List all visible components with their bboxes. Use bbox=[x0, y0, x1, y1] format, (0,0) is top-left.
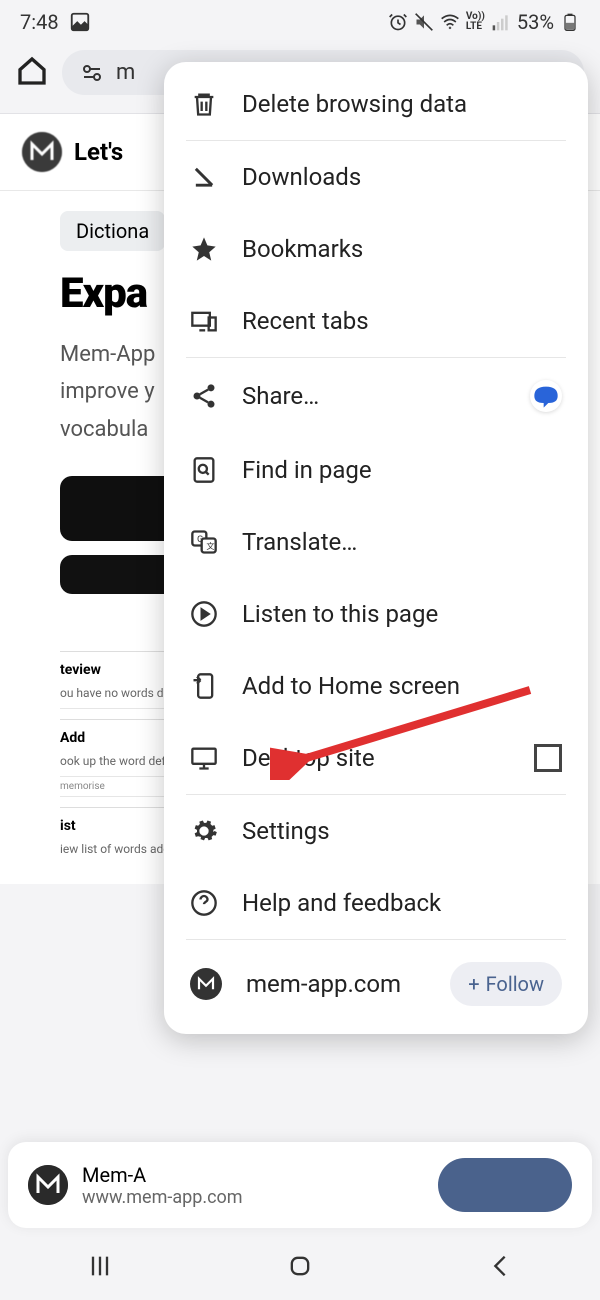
signal-icon bbox=[491, 12, 511, 32]
menu-label: Delete browsing data bbox=[242, 90, 467, 118]
category-pill[interactable]: Dictiona bbox=[60, 211, 165, 251]
menu-label: Find in page bbox=[242, 456, 372, 484]
menu-label: Add to Home screen bbox=[242, 672, 460, 700]
menu-label: Help and feedback bbox=[242, 889, 441, 917]
status-bar: 7:48 Vo))LTE 53% bbox=[0, 0, 600, 44]
menu-label: Settings bbox=[242, 817, 330, 845]
quick-share-icon[interactable] bbox=[530, 380, 562, 412]
overflow-menu: Delete browsing data Downloads Bookmarks… bbox=[164, 62, 588, 1034]
battery-icon bbox=[560, 12, 580, 32]
site-settings-icon bbox=[80, 61, 104, 85]
menu-help[interactable]: Help and feedback bbox=[164, 867, 588, 939]
status-left: 7:48 bbox=[20, 10, 91, 34]
help-icon bbox=[190, 889, 218, 917]
menu-label: Bookmarks bbox=[242, 235, 363, 263]
site-favicon-icon bbox=[190, 968, 222, 1000]
devices-icon bbox=[190, 307, 218, 335]
install-logo-icon bbox=[28, 1165, 68, 1205]
menu-translate[interactable]: G文 Translate… bbox=[164, 506, 588, 578]
recents-button[interactable] bbox=[86, 1252, 114, 1280]
url-text: m bbox=[116, 60, 135, 85]
battery-percent: 53% bbox=[517, 10, 554, 34]
desktop-checkbox[interactable] bbox=[534, 744, 562, 772]
follow-label: Follow bbox=[486, 972, 544, 996]
translate-icon: G文 bbox=[190, 528, 218, 556]
site-header-text: Let's bbox=[74, 138, 123, 166]
desktop-icon bbox=[190, 744, 218, 772]
menu-label: Listen to this page bbox=[242, 600, 438, 628]
status-right: Vo))LTE 53% bbox=[388, 10, 580, 34]
follow-button[interactable]: + Follow bbox=[450, 962, 562, 1006]
menu-label: Desktop site bbox=[242, 744, 375, 772]
install-url: www.mem-app.com bbox=[82, 1187, 424, 1208]
menu-recent-tabs[interactable]: Recent tabs bbox=[164, 285, 588, 357]
volte-icon: Vo))LTE bbox=[466, 12, 485, 32]
menu-share[interactable]: Share… bbox=[164, 358, 588, 434]
menu-label: Recent tabs bbox=[242, 307, 369, 335]
menu-bookmarks[interactable]: Bookmarks bbox=[164, 213, 588, 285]
menu-label: Downloads bbox=[242, 163, 361, 191]
svg-text:G: G bbox=[197, 534, 203, 545]
add-home-icon bbox=[190, 672, 218, 700]
system-nav bbox=[0, 1232, 600, 1300]
menu-find[interactable]: Find in page bbox=[164, 434, 588, 506]
menu-site-row[interactable]: mem-app.com + Follow bbox=[164, 940, 588, 1028]
play-icon bbox=[190, 600, 218, 628]
wifi-icon bbox=[440, 12, 460, 32]
install-title: Mem-A bbox=[82, 1163, 424, 1187]
alarm-icon bbox=[388, 12, 408, 32]
install-text: Mem-A www.mem-app.com bbox=[82, 1163, 424, 1208]
image-icon bbox=[69, 11, 91, 33]
menu-settings[interactable]: Settings bbox=[164, 795, 588, 867]
install-button[interactable] bbox=[438, 1158, 572, 1212]
share-icon bbox=[190, 382, 218, 410]
plus-icon: + bbox=[468, 972, 479, 996]
trash-icon bbox=[190, 90, 218, 118]
find-icon bbox=[190, 456, 218, 484]
download-icon bbox=[190, 163, 218, 191]
menu-label: Translate… bbox=[242, 528, 357, 556]
svg-text:文: 文 bbox=[206, 541, 214, 551]
menu-desktop-site[interactable]: Desktop site bbox=[164, 722, 588, 794]
back-button[interactable] bbox=[486, 1252, 514, 1280]
home-icon[interactable] bbox=[16, 55, 48, 91]
menu-listen[interactable]: Listen to this page bbox=[164, 578, 588, 650]
home-button[interactable] bbox=[286, 1252, 314, 1280]
status-time: 7:48 bbox=[20, 10, 59, 34]
mute-icon bbox=[414, 12, 434, 32]
site-logo-icon bbox=[22, 132, 62, 172]
install-banner: Mem-A www.mem-app.com bbox=[8, 1142, 592, 1228]
menu-delete-data[interactable]: Delete browsing data bbox=[164, 68, 588, 140]
menu-add-home[interactable]: Add to Home screen bbox=[164, 650, 588, 722]
menu-label: mem-app.com bbox=[246, 970, 401, 998]
menu-downloads[interactable]: Downloads bbox=[164, 141, 588, 213]
star-icon bbox=[190, 235, 218, 263]
gear-icon bbox=[190, 817, 218, 845]
menu-label: Share… bbox=[242, 382, 319, 410]
